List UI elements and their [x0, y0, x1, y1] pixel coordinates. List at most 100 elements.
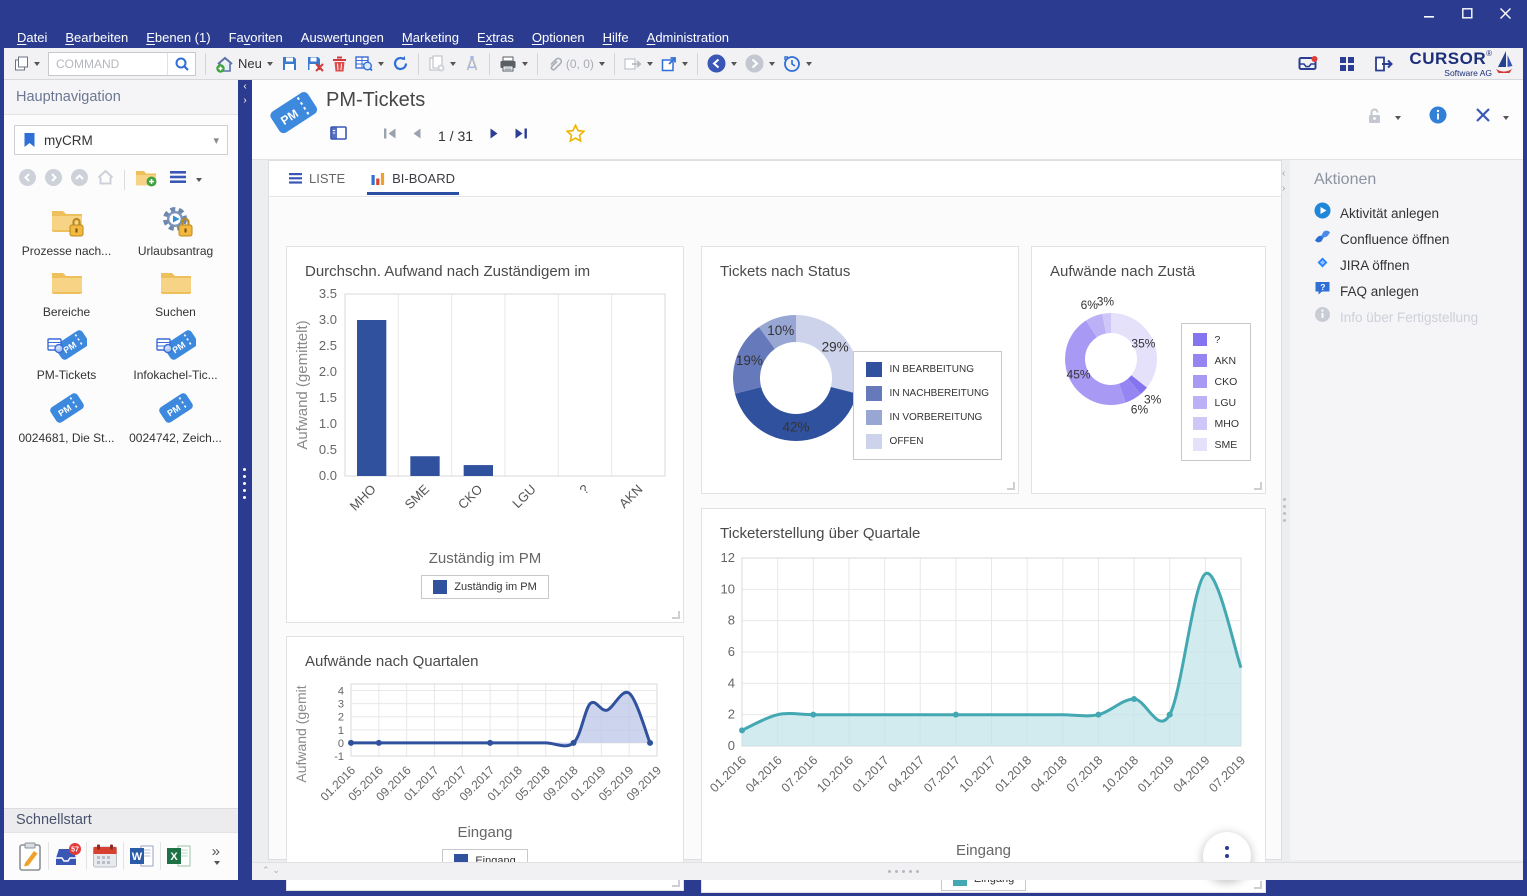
play-circle-icon	[1314, 202, 1331, 224]
notifications-button[interactable]	[1294, 53, 1323, 74]
nav-home-button[interactable]	[96, 168, 115, 191]
menu-item-extras[interactable]: Extras	[468, 28, 523, 47]
action-jira-ffnen[interactable]: JIRA öffnen	[1290, 252, 1523, 278]
nav-forward-button[interactable]	[44, 168, 63, 192]
collapse-right-icon[interactable]: ‹›	[1282, 166, 1285, 196]
inbox-tray-icon: 57	[54, 843, 82, 869]
board-toggle-button[interactable]	[330, 126, 347, 145]
copy-record-button[interactable]	[424, 53, 460, 74]
action-label: FAQ anlegen	[1340, 284, 1419, 299]
share-button[interactable]	[657, 54, 692, 74]
tab-bi-board[interactable]: BI-BOARD	[367, 161, 459, 197]
command-input[interactable]	[49, 53, 167, 75]
menu-item-optionen[interactable]: Optionen	[523, 28, 594, 47]
svg-text:01.2017: 01.2017	[850, 753, 892, 795]
quickstart-inbox-button[interactable]: 57	[49, 838, 85, 874]
action-list: Aktivität anlegenConfluence öffnenJIRA ö…	[1290, 200, 1523, 330]
back-button[interactable]	[703, 52, 741, 75]
chevron-down-icon[interactable]	[1395, 116, 1401, 120]
new-record-button[interactable]: Neu	[211, 53, 277, 75]
refresh-button[interactable]	[388, 53, 413, 74]
menu-item-favoriten[interactable]: Favoriten	[220, 28, 292, 47]
nav-item-label: Prozesse nach...	[22, 244, 111, 258]
search-button[interactable]	[167, 53, 195, 75]
nav-item-prozesse-nach[interactable]: Prozesse nach...	[12, 204, 121, 261]
quickstart-notes-button[interactable]	[12, 838, 48, 874]
tab-liste[interactable]: LISTE	[285, 161, 349, 197]
save-button[interactable]	[277, 53, 302, 74]
command-box	[48, 52, 196, 76]
pagination-prev-button[interactable]	[411, 127, 422, 145]
nav-back-button[interactable]	[18, 168, 37, 192]
new-folder-button[interactable]	[134, 167, 158, 192]
legend-swatch	[1193, 438, 1207, 451]
forward-circle-icon	[745, 54, 764, 73]
close-window-button[interactable]	[1489, 2, 1521, 24]
minimize-button[interactable]	[1413, 2, 1445, 24]
close-view-button[interactable]	[1475, 107, 1491, 128]
collapse-left-icon[interactable]: ‹›	[238, 80, 252, 108]
info-button[interactable]	[1429, 106, 1447, 129]
action-faq-anlegen[interactable]: ?FAQ anlegen	[1290, 278, 1523, 304]
menu-item-datei[interactable]: Datei	[8, 28, 56, 47]
action-aktivit-t-anlegen[interactable]: Aktivität anlegen	[1290, 200, 1523, 226]
action-confluence-ffnen[interactable]: Confluence öffnen	[1290, 226, 1523, 252]
confluence-icon	[1314, 228, 1331, 250]
nav-item-0024742-zeich[interactable]: PM0024742, Zeich...	[121, 389, 230, 448]
area-chart: -10123401.201605.201609.201601.201705.20…	[293, 676, 683, 826]
pagination-next-button[interactable]	[489, 127, 500, 145]
export-button[interactable]	[620, 54, 657, 74]
attachments-button[interactable]: (0, 0)	[543, 54, 609, 74]
pagination-last-button[interactable]	[514, 127, 528, 145]
nav-item-suchen[interactable]: Suchen	[121, 265, 230, 322]
separator	[418, 53, 419, 75]
window-body: Hauptnavigation myCRM ▾ Prozes	[4, 80, 1523, 880]
nav-up-button[interactable]	[70, 168, 89, 192]
menu-item-hilfe[interactable]: Hilfe	[594, 28, 638, 47]
logout-button[interactable]	[1371, 54, 1397, 74]
attachment-count: (0, 0)	[566, 57, 594, 71]
chart-legend: Zuständig im PM	[421, 575, 549, 599]
ticket-search-icon: PM	[47, 329, 87, 366]
splitter-handle[interactable]	[243, 468, 246, 499]
window-selector-button[interactable]	[10, 54, 44, 73]
relations-button[interactable]	[460, 53, 484, 74]
nav-item-bereiche[interactable]: Bereiche	[12, 265, 121, 322]
panel-splitter-handle[interactable]	[1283, 498, 1286, 522]
splitter-chevrons[interactable]: ⌃⌄	[262, 865, 283, 876]
list-view-button[interactable]	[169, 170, 187, 189]
nav-item-urlaubsantrag[interactable]: Urlaubsantrag	[121, 204, 230, 261]
sidebar-splitter[interactable]: ‹›	[238, 80, 252, 880]
maximize-button[interactable]	[1451, 2, 1483, 24]
quickstart-more-button[interactable]: »	[198, 838, 234, 874]
splitter-handle[interactable]	[888, 870, 919, 873]
pagination-first-button[interactable]	[383, 127, 397, 145]
bottom-splitter[interactable]: ⌃⌄	[252, 862, 1523, 880]
chevron-down-icon[interactable]	[1503, 116, 1509, 120]
nav-item-0024681-die-st[interactable]: PM0024681, Die St...	[12, 389, 121, 448]
quickstart-calendar-button[interactable]	[87, 838, 123, 874]
lock-button[interactable]	[1367, 107, 1383, 129]
menu-item-ebenen-1-[interactable]: Ebenen (1)	[137, 28, 219, 47]
history-button[interactable]	[779, 53, 816, 75]
apps-button[interactable]	[1335, 54, 1359, 74]
menu-item-marketing[interactable]: Marketing	[393, 28, 468, 47]
discard-changes-button[interactable]	[302, 53, 328, 74]
quickstart-word-button[interactable]: W	[124, 838, 160, 874]
print-button[interactable]	[495, 54, 532, 74]
external-link-icon	[661, 56, 677, 72]
table-search-button[interactable]	[351, 53, 388, 74]
dashboard-panel: LISTE BI-BOARD Durchschn. Aufwand nach Z…	[268, 160, 1282, 860]
delete-button[interactable]	[328, 53, 351, 74]
nav-item-pm-tickets[interactable]: PMPM-Tickets	[12, 326, 121, 385]
favorite-button[interactable]	[566, 124, 585, 147]
menu-item-auswertungen[interactable]: Auswertungen	[292, 28, 393, 47]
forward-button[interactable]	[741, 52, 779, 75]
svg-text:3%: 3%	[1097, 294, 1115, 308]
quickstart-excel-button[interactable]: X	[161, 838, 197, 874]
nav-item-infokachel-tic[interactable]: PMInfokachel-Tic...	[121, 326, 230, 385]
legend-swatch	[1193, 375, 1207, 388]
menu-item-administration[interactable]: Administration	[638, 28, 738, 47]
workspace-select[interactable]: myCRM ▾	[14, 125, 228, 155]
menu-item-bearbeiten[interactable]: Bearbeiten	[56, 28, 137, 47]
